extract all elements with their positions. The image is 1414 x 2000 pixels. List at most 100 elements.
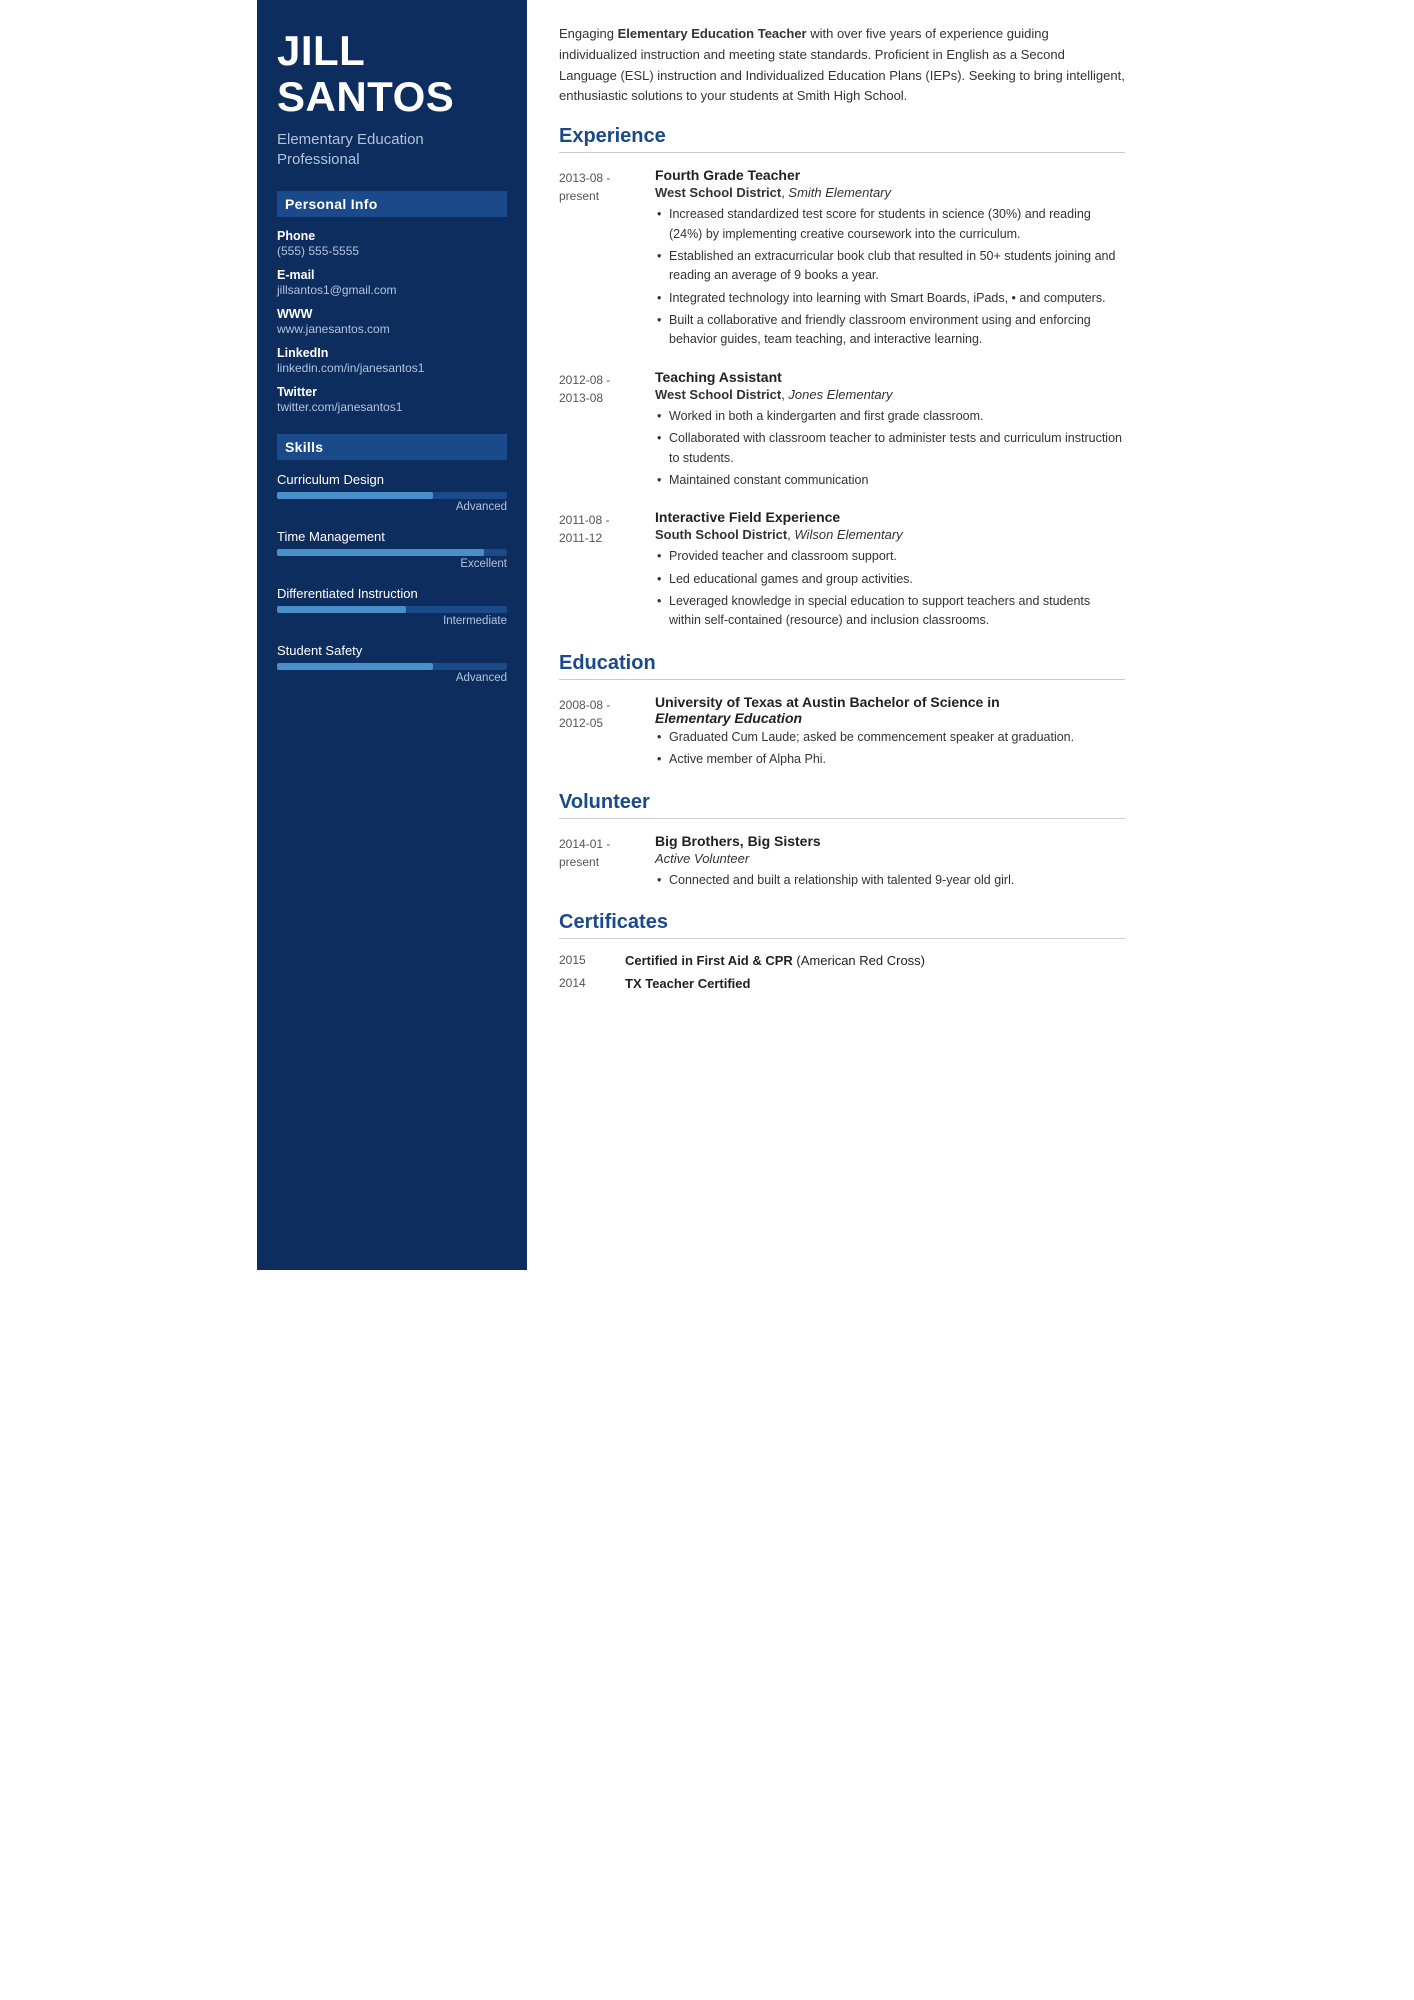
experience-entry: 2011-08 -2011-12 Interactive Field Exper… (559, 509, 1125, 634)
summary: Engaging Elementary Education Teacher wi… (559, 24, 1125, 107)
info-label: Phone (277, 229, 507, 243)
bullet: Leveraged knowledge in special education… (655, 592, 1125, 631)
skill-item: Differentiated Instruction Intermediate (277, 586, 507, 627)
entry-org: South School District, Wilson Elementary (655, 527, 1125, 542)
skill-name: Curriculum Design (277, 472, 507, 487)
entry-bullets: Increased standardized test score for st… (655, 205, 1125, 350)
entry-bullets: Provided teacher and classroom support. L… (655, 547, 1125, 631)
entry-date: 2013-08 -present (559, 167, 639, 353)
volunteer-entry: 2014-01 -present Big Brothers, Big Siste… (559, 833, 1125, 893)
certificates-list: 2015 Certified in First Aid & CPR (Ameri… (559, 953, 1125, 991)
skill-level: Advanced (277, 501, 507, 513)
skill-bar-bg (277, 606, 507, 613)
bullet: Led educational games and group activiti… (655, 570, 1125, 589)
personal-info: Phone(555) 555-5555 E-mailjillsantos1@gma… (277, 229, 507, 414)
volunteer-list: 2014-01 -present Big Brothers, Big Siste… (559, 833, 1125, 893)
info-value: www.janesantos.com (277, 322, 507, 336)
info-item: LinkedInlinkedin.com/in/janesantos1 (277, 346, 507, 375)
bullet: Connected and built a relationship with … (655, 871, 1125, 890)
cert-desc: TX Teacher Certified (625, 976, 750, 991)
entry-org: West School District, Jones Elementary (655, 387, 1125, 402)
entry-body: Teaching Assistant West School District,… (655, 369, 1125, 494)
entry-date: 2012-08 -2013-08 (559, 369, 639, 494)
skill-bar-fill (277, 549, 484, 556)
cert-desc: Certified in First Aid & CPR (American R… (625, 953, 925, 968)
entry-date: 2008-08 -2012-05 (559, 694, 639, 773)
info-value: twitter.com/janesantos1 (277, 400, 507, 414)
entry-body: Big Brothers, Big Sisters Active Volunte… (655, 833, 1125, 893)
info-value: (555) 555-5555 (277, 244, 507, 258)
skill-bar-bg (277, 492, 507, 499)
skill-bar-fill (277, 492, 433, 499)
skill-level: Intermediate (277, 615, 507, 627)
info-value: linkedin.com/in/janesantos1 (277, 361, 507, 375)
certificates-heading: Certificates (559, 911, 1125, 939)
info-item: E-mailjillsantos1@gmail.com (277, 268, 507, 297)
entry-body: Fourth Grade Teacher West School Distric… (655, 167, 1125, 353)
entry-job-title: Fourth Grade Teacher (655, 167, 1125, 183)
entry-body: University of Texas at Austin Bachelor o… (655, 694, 1125, 773)
education-entry: 2008-08 -2012-05 University of Texas at … (559, 694, 1125, 773)
info-item: Twittertwitter.com/janesantos1 (277, 385, 507, 414)
info-label: E-mail (277, 268, 507, 282)
bullet: Maintained constant communication (655, 471, 1125, 490)
bullet: Built a collaborative and friendly class… (655, 311, 1125, 350)
experience-list: 2013-08 -present Fourth Grade Teacher We… (559, 167, 1125, 634)
info-label: WWW (277, 307, 507, 321)
entry-job-title: University of Texas at Austin Bachelor o… (655, 694, 1125, 726)
sidebar: JILLSANTOS Elementary Education Professi… (257, 0, 527, 1270)
bullet: Worked in both a kindergarten and first … (655, 407, 1125, 426)
skill-item: Student Safety Advanced (277, 643, 507, 684)
info-value: jillsantos1@gmail.com (277, 283, 507, 297)
certificates-section: Certificates 2015 Certified in First Aid… (559, 911, 1125, 991)
skill-name: Student Safety (277, 643, 507, 658)
entry-bullets: Graduated Cum Laude; asked be commenceme… (655, 728, 1125, 770)
skill-bar-fill (277, 663, 433, 670)
entry-job-title: Big Brothers, Big Sisters (655, 833, 1125, 849)
entry-bullets: Worked in both a kindergarten and first … (655, 407, 1125, 491)
skill-item: Time Management Excellent (277, 529, 507, 570)
experience-entry: 2013-08 -present Fourth Grade Teacher We… (559, 167, 1125, 353)
volunteer-heading: Volunteer (559, 791, 1125, 819)
entry-org: Active Volunteer (655, 851, 1125, 866)
bullet: Established an extracurricular book club… (655, 247, 1125, 286)
bullet: Active member of Alpha Phi. (655, 750, 1125, 769)
candidate-name: JILLSANTOS (277, 28, 507, 120)
certificate-entry: 2015 Certified in First Aid & CPR (Ameri… (559, 953, 1125, 968)
skill-level: Advanced (277, 672, 507, 684)
bullet: Graduated Cum Laude; asked be commenceme… (655, 728, 1125, 747)
bullet: Provided teacher and classroom support. (655, 547, 1125, 566)
resume-container: JILLSANTOS Elementary Education Professi… (257, 0, 1157, 1270)
info-item: Phone(555) 555-5555 (277, 229, 507, 258)
info-item: WWWwww.janesantos.com (277, 307, 507, 336)
skill-item: Curriculum Design Advanced (277, 472, 507, 513)
skills-list: Curriculum Design Advanced Time Manageme… (277, 472, 507, 684)
education-list: 2008-08 -2012-05 University of Texas at … (559, 694, 1125, 773)
entry-job-title: Teaching Assistant (655, 369, 1125, 385)
candidate-title: Elementary Education Professional (277, 130, 507, 169)
skills-heading: Skills (277, 434, 507, 460)
entry-org: West School District, Smith Elementary (655, 185, 1125, 200)
info-label: LinkedIn (277, 346, 507, 360)
experience-section: Experience 2013-08 -present Fourth Grade… (559, 125, 1125, 634)
education-heading: Education (559, 652, 1125, 680)
skill-name: Differentiated Instruction (277, 586, 507, 601)
cert-year: 2014 (559, 976, 609, 990)
education-section: Education 2008-08 -2012-05 University of… (559, 652, 1125, 773)
certificate-entry: 2014 TX Teacher Certified (559, 976, 1125, 991)
skills-section: Skills Curriculum Design Advanced Time M… (277, 434, 507, 684)
skill-bar-bg (277, 663, 507, 670)
experience-entry: 2012-08 -2013-08 Teaching Assistant West… (559, 369, 1125, 494)
skill-name: Time Management (277, 529, 507, 544)
entry-date: 2011-08 -2011-12 (559, 509, 639, 634)
experience-heading: Experience (559, 125, 1125, 153)
bullet: Collaborated with classroom teacher to a… (655, 429, 1125, 468)
main-content: Engaging Elementary Education Teacher wi… (527, 0, 1157, 1270)
entry-job-title: Interactive Field Experience (655, 509, 1125, 525)
skill-bar-fill (277, 606, 406, 613)
bullet: Increased standardized test score for st… (655, 205, 1125, 244)
volunteer-section: Volunteer 2014-01 -present Big Brothers,… (559, 791, 1125, 893)
personal-info-heading: Personal Info (277, 191, 507, 217)
cert-year: 2015 (559, 953, 609, 967)
skill-bar-bg (277, 549, 507, 556)
